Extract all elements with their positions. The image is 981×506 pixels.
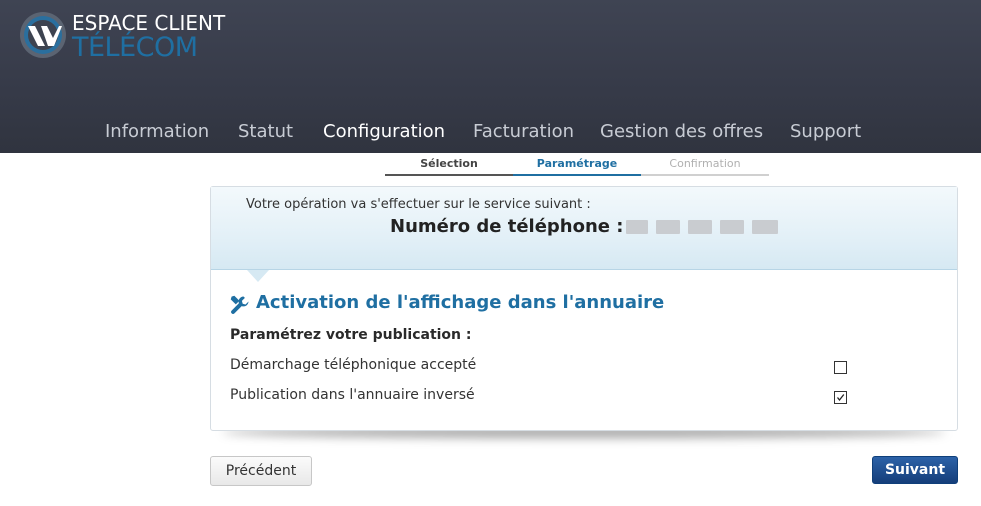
- nav-item-configuration[interactable]: Configuration: [323, 121, 445, 142]
- service-panel: Votre opération va s'effectuer sur le se…: [210, 186, 958, 431]
- previous-button[interactable]: Précédent: [210, 456, 312, 486]
- logo-title-line2: TÉLÉCOM: [72, 32, 198, 63]
- wrench-icon: [230, 295, 249, 314]
- step-confirmation: Confirmation: [641, 157, 769, 176]
- nav-item-facturation[interactable]: Facturation: [473, 121, 574, 142]
- nav-item-statut[interactable]: Statut: [238, 121, 293, 142]
- checkbox-annuaire-inverse[interactable]: [834, 391, 847, 404]
- checkmark-icon: [836, 394, 845, 402]
- main-nav: Information Statut Configuration Factura…: [0, 121, 981, 149]
- next-button[interactable]: Suivant: [872, 456, 958, 484]
- phone-number-label: Numéro de téléphone :: [390, 216, 624, 237]
- service-intro-text: Votre opération va s'effectuer sur le se…: [246, 197, 591, 212]
- option-label-annuaire-inverse: Publication dans l'annuaire inversé: [230, 387, 475, 403]
- nav-item-information[interactable]: Information: [105, 121, 209, 142]
- service-box-pointer: [247, 270, 269, 282]
- wizard-steps: Sélection Paramétrage Confirmation: [385, 157, 770, 177]
- nav-item-gestion-des-offres[interactable]: Gestion des offres: [600, 121, 763, 142]
- step-selection: Sélection: [385, 157, 513, 176]
- logo[interactable]: ESPACE CLIENT TÉLÉCOM: [18, 10, 248, 66]
- nav-item-support[interactable]: Support: [790, 121, 861, 142]
- publication-settings-label: Paramétrez votre publication :: [230, 327, 472, 343]
- service-info-box: Votre opération va s'effectuer sur le se…: [211, 187, 957, 270]
- checkbox-demarchage[interactable]: [834, 361, 847, 374]
- v-telecom-logo-icon: [20, 12, 66, 58]
- option-label-demarchage: Démarchage téléphonique accepté: [230, 357, 477, 373]
- redacted-phone-number: [626, 218, 781, 236]
- header: ESPACE CLIENT TÉLÉCOM Information Statut…: [0, 0, 981, 153]
- section-title: Activation de l'affichage dans l'annuair…: [256, 292, 665, 313]
- step-parametrage: Paramétrage: [513, 157, 641, 176]
